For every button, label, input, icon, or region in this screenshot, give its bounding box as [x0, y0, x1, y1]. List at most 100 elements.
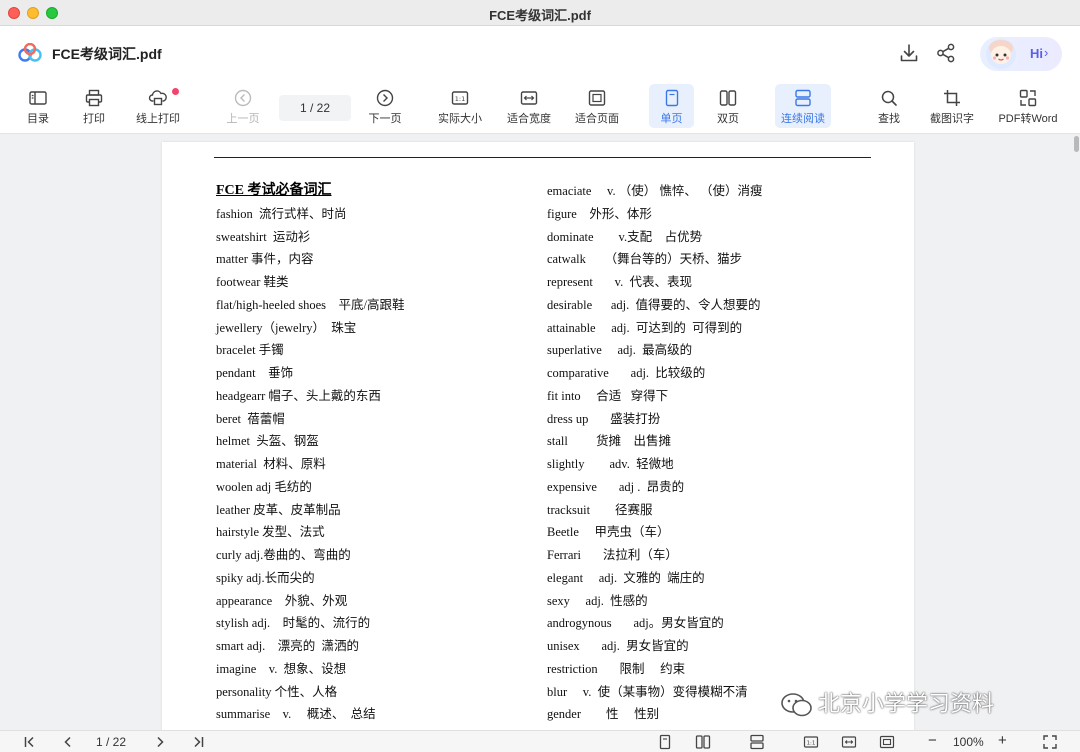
single-page-view-icon[interactable] [657, 734, 673, 750]
pdf-to-word-button[interactable]: PDF转Word [995, 84, 1061, 128]
prev-page-label: 上一页 [226, 113, 260, 125]
vocab-entry: summarise v. 概述、 总结 [216, 707, 376, 722]
vocab-entry: stall 货摊 出售摊 [547, 434, 671, 449]
prev-page-button[interactable]: 上一页 [223, 84, 263, 128]
next-page-label: 下一页 [368, 113, 402, 125]
first-page-icon[interactable] [22, 734, 38, 750]
fit-page-icon[interactable] [879, 734, 895, 750]
fullscreen-icon[interactable] [1042, 734, 1058, 750]
vocab-entry: curly adj.卷曲的、弯曲的 [216, 548, 351, 562]
vocab-entry: woolen adj 毛纺的 [216, 479, 312, 494]
vocab-entry: dominate v.支配 占优势 [547, 229, 703, 244]
vocab-entry: spiky adj.长而尖的 [216, 570, 315, 585]
fit-width-label: 适合宽度 [507, 113, 551, 125]
vocab-entry: stylish adj. 时髦的、流行的 [216, 616, 371, 631]
bottom-status-bar: 1 / 22 1:1 − 100% + [0, 730, 1080, 752]
vocab-entry: superlative adj. 最高级的 [547, 343, 693, 358]
vocab-entry: imagine v. 想象、设想 [216, 661, 347, 676]
watermark-text: 北京小学学习资料 [818, 692, 995, 717]
vocab-heading: FCE 考试必备词汇 [216, 183, 332, 198]
vocab-entry: smart adj. 漂亮的 潇洒的 [216, 639, 360, 653]
double-page-view-icon[interactable] [695, 734, 711, 750]
assistant-avatar-icon [986, 39, 1016, 69]
double-page-button[interactable]: 双页 [708, 84, 748, 128]
app-header: FCE考级词汇.pdf Hi › [0, 26, 1080, 80]
bottom-page-indicator[interactable]: 1 / 22 [96, 735, 126, 749]
vocab-entry: fashion 流行式样、时尚 [216, 206, 347, 221]
online-print-label: 线上打印 [136, 113, 180, 125]
vocab-entry: leather 皮革、皮革制品 [216, 502, 341, 517]
double-page-label: 双页 [717, 113, 739, 125]
vocab-entry: bracelet 手镯 [216, 343, 284, 358]
vocab-entry: flat/high-heeled shoes 平底/高跟鞋 [216, 297, 405, 312]
vocab-entry: expensive adj . 昂贵的 [547, 479, 685, 494]
last-page-icon[interactable] [190, 734, 206, 750]
print-button[interactable]: 打印 [74, 84, 114, 128]
continuous-reading-button[interactable]: 连续阅读 [775, 84, 831, 128]
page-number-input[interactable]: 1 / 22 [279, 95, 351, 121]
header-rule [214, 157, 871, 158]
vocab-entry: sexy adj. 性感的 [547, 593, 648, 608]
svg-text:1:1: 1:1 [807, 740, 816, 746]
vocab-entry: helmet 头盔、钢盔 [216, 434, 319, 449]
share-icon[interactable] [935, 42, 957, 64]
vocab-entry: comparative adj. 比较级的 [547, 366, 706, 380]
zoom-out-button[interactable]: − [928, 732, 937, 749]
ocr-label: 截图识字 [930, 113, 974, 125]
next-page-icon[interactable] [152, 734, 168, 750]
single-page-button[interactable]: 单页 [649, 84, 694, 128]
right-column: emaciate v. （使） 憔悴、 （使）消瘦 figure 外形、体形 dom… [547, 180, 762, 726]
vertical-scrollbar[interactable] [1074, 136, 1079, 152]
single-page-label: 单页 [660, 113, 683, 125]
double-page-icon [719, 90, 737, 106]
vocab-entry: slightly adv. 轻微地 [547, 457, 674, 471]
vocab-entry: dress up 盛装打扮 [547, 411, 661, 426]
window-title: FCE考级词汇.pdf [489, 8, 591, 23]
convert-icon [1019, 89, 1037, 107]
fit-page-icon [588, 90, 606, 106]
fit-width-button[interactable]: 适合宽度 [503, 84, 555, 128]
next-page-button[interactable]: 下一页 [365, 84, 405, 128]
search-label: 查找 [878, 113, 900, 125]
vocab-entry: beret 蓓蕾帽 [216, 411, 285, 426]
continuous-view-icon[interactable] [749, 734, 765, 750]
vocab-entry: emaciate v. （使） 憔悴、 （使）消瘦 [547, 184, 763, 198]
wechat-icon [781, 693, 812, 717]
ocr-button[interactable]: 截图识字 [927, 84, 977, 128]
actual-size-button[interactable]: 1:1 实际大小 [434, 84, 486, 128]
fit-width-icon [520, 91, 538, 105]
zoom-in-button[interactable]: + [998, 732, 1007, 749]
vocab-entry: attainable adj. 可达到的 可得到的 [547, 320, 743, 335]
chevron-left-circle-icon [234, 89, 252, 107]
vocab-entry: catwalk （舞台等的）天桥、猫步 [547, 252, 743, 267]
fit-width-icon[interactable] [841, 734, 857, 750]
download-icon[interactable] [898, 42, 920, 64]
zoom-level[interactable]: 100% [953, 735, 984, 749]
vocab-entry: fit into 合适 穿得下 [547, 388, 669, 403]
notification-dot [172, 88, 179, 95]
actual-size-label: 实际大小 [438, 113, 482, 125]
search-icon [881, 90, 897, 106]
document-viewport[interactable]: FCE 考试必备词汇 fashion 流行式样、时尚 sweatshirt 运动衫… [0, 134, 1080, 730]
toc-button[interactable]: 目录 [18, 84, 58, 128]
main-toolbar: 目录 打印 线上打印 上一页 下一页 1:1 实际大小 适合宽度 适合页面 单页… [0, 80, 1080, 134]
vocab-entry: represent v. 代表、表现 [547, 275, 692, 289]
vocab-entry: matter 事件，内容 [216, 252, 314, 267]
assistant-label: Hi [1030, 46, 1043, 61]
assistant-button[interactable]: Hi › [980, 37, 1062, 71]
vocab-entry: gender 性 性别 [547, 707, 660, 722]
continuous-reading-label: 连续阅读 [781, 113, 825, 125]
actual-size-icon: 1:1 [451, 91, 469, 105]
vocab-entry: Ferrari 法拉利（车） [547, 548, 678, 562]
fit-page-button[interactable]: 适合页面 [571, 84, 623, 128]
vocab-entry: sweatshirt 运动衫 [216, 229, 311, 244]
prev-page-icon[interactable] [60, 734, 76, 750]
vocab-entry: pendant 垂饰 [216, 366, 294, 380]
document-title: FCE考级词汇.pdf [52, 46, 162, 62]
pdf-to-word-label: PDF转Word [998, 113, 1058, 125]
actual-size-icon[interactable]: 1:1 [803, 734, 819, 750]
chevron-right-circle-icon [376, 89, 394, 107]
vocab-entry: headgearr 帽子、头上戴的东西 [216, 388, 381, 403]
vocab-entry: unisex adj. 男女皆宜的 [547, 639, 689, 653]
search-button[interactable]: 查找 [869, 84, 909, 128]
